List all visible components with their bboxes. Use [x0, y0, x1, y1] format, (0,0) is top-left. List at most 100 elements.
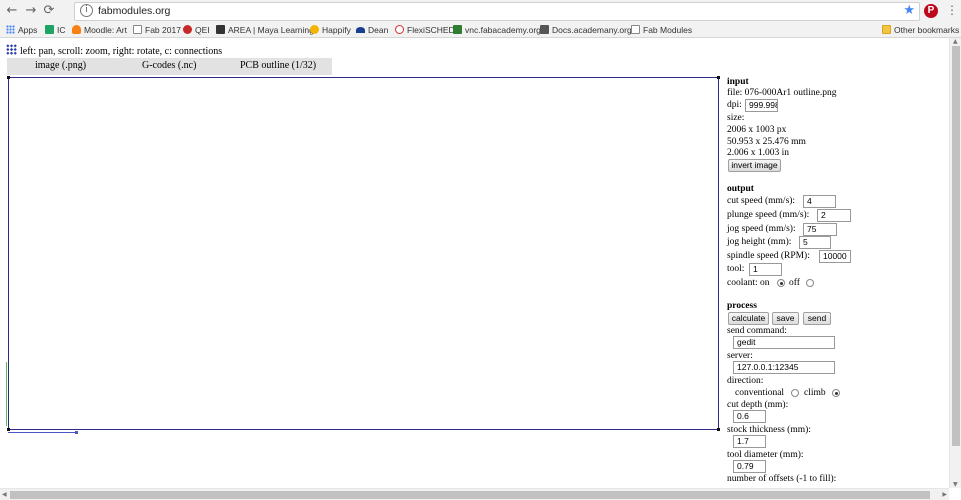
other-bookmarks[interactable]: Other bookmarks — [882, 24, 959, 36]
bookmarks-bar: Apps IC Moodle: Art Fab 2017 QEI AREA | … — [0, 22, 961, 38]
climb-label: climb — [804, 388, 826, 398]
offsets-label: number of offsets (-1 to fill): — [727, 474, 837, 484]
classroom-icon — [45, 25, 54, 34]
size-px: 2006 x 1003 px — [727, 125, 787, 135]
bookmark-apps[interactable]: Apps — [6, 24, 37, 36]
jog-speed-input[interactable]: 75 — [803, 223, 837, 236]
address-bar[interactable]: i fabmodules.org ★ — [74, 2, 920, 21]
tab-image-png[interactable]: image (.png) — [35, 60, 86, 71]
vertical-scroll-thumb[interactable] — [952, 46, 960, 446]
vertical-scrollbar[interactable]: ▲ ▼ — [949, 38, 961, 488]
toolpath-canvas[interactable] — [7, 76, 720, 431]
bookmark-qei[interactable]: QEI — [183, 24, 210, 36]
tool-diameter-input[interactable]: 0.79 — [733, 460, 766, 473]
dpi-input[interactable]: 999.998 — [745, 99, 778, 112]
browser-menu-icon[interactable]: ⋮ — [946, 3, 958, 17]
qei-icon — [183, 25, 192, 34]
origin-marker — [75, 431, 78, 434]
forward-arrow-icon[interactable]: → — [22, 2, 40, 20]
file-label: file: 076-000Ar1 outline.png — [727, 88, 837, 98]
size-mm: 50.953 x 25.476 mm — [727, 137, 806, 147]
plunge-speed-input[interactable]: 2 — [817, 209, 851, 222]
url-text[interactable]: fabmodules.org — [98, 5, 170, 17]
horizontal-scrollbar[interactable]: ◀ ▶ — [0, 488, 949, 500]
conventional-radio[interactable] — [791, 389, 799, 397]
dpi-label: dpi: — [727, 100, 742, 110]
y-axis-indicator — [6, 362, 7, 426]
back-arrow-icon[interactable]: ← — [3, 2, 21, 20]
bookmark-docs-academany[interactable]: Docs.academany.org — [540, 24, 632, 36]
bookmark-area-maya-learning[interactable]: AREA | Maya Learning — [216, 24, 314, 36]
jog-height-input[interactable]: 5 — [799, 236, 831, 249]
tool-input[interactable]: 1 — [749, 263, 782, 276]
pinterest-extension-icon[interactable]: P — [924, 4, 938, 18]
coolant-off-label: off — [789, 278, 800, 288]
scroll-right-arrow-icon[interactable]: ▶ — [942, 491, 947, 498]
output-heading: output — [727, 184, 754, 194]
direction-label: direction: — [727, 376, 764, 386]
docs-icon — [540, 25, 549, 34]
bookmark-star-icon[interactable]: ★ — [903, 3, 915, 18]
scroll-up-arrow-icon[interactable]: ▲ — [953, 38, 958, 45]
fab-modules-grid-icon[interactable] — [6, 44, 17, 55]
vnc-icon — [453, 25, 462, 34]
bookmark-moodle-art[interactable]: Moodle: Art — [72, 24, 127, 36]
cut-speed-input[interactable]: 4 — [803, 195, 836, 208]
horizontal-scroll-thumb[interactable] — [10, 491, 930, 499]
controls-hint: left: pan, scroll: zoom, right: rotate, … — [6, 44, 222, 57]
dean-icon — [356, 27, 365, 33]
spindle-speed-input[interactable]: 10000 — [819, 250, 851, 263]
x-axis-indicator — [8, 432, 76, 433]
bookmark-happify[interactable]: Happify — [310, 24, 351, 36]
invert-image-button[interactable]: invert image — [728, 159, 781, 172]
tab-pcb-outline[interactable]: PCB outline (1/32) — [240, 60, 316, 71]
bookmark-fab-modules[interactable]: Fab Modules — [631, 24, 692, 36]
board-corner-marker — [7, 76, 10, 79]
board-corner-marker — [717, 428, 720, 431]
bookmark-dean[interactable]: Dean — [356, 24, 388, 36]
scroll-down-arrow-icon[interactable]: ▼ — [953, 481, 958, 488]
tool-label: tool: — [727, 264, 745, 274]
bookmark-ic[interactable]: IC — [45, 24, 66, 36]
cut-speed-label: cut speed (mm/s): — [727, 196, 796, 206]
board-corner-marker — [717, 76, 720, 79]
doc-icon — [133, 25, 142, 34]
reload-icon[interactable]: ⟳ — [40, 2, 58, 20]
server-input[interactable]: 127.0.0.1:12345 — [733, 361, 835, 374]
process-heading: process — [727, 301, 757, 311]
happify-icon — [310, 25, 319, 34]
scroll-left-arrow-icon[interactable]: ◀ — [2, 491, 7, 498]
stock-thickness-input[interactable]: 1.7 — [733, 435, 766, 448]
climb-radio[interactable] — [832, 389, 840, 397]
size-label: size: — [727, 113, 745, 123]
jog-height-label: jog height (mm): — [727, 237, 792, 247]
cut-depth-input[interactable]: 0.6 — [733, 410, 766, 423]
browser-toolbar: ← → ⟳ i fabmodules.org ★ P ⋮ — [0, 0, 961, 22]
area-icon — [216, 25, 225, 34]
bookmark-fab-2017[interactable]: Fab 2017 — [133, 24, 181, 36]
site-info-icon[interactable]: i — [80, 4, 93, 17]
moodle-icon — [72, 25, 81, 34]
bookmark-flexisched[interactable]: FlexiSCHED — [395, 24, 455, 36]
board-corner-marker — [7, 428, 10, 431]
jog-speed-label: jog speed (mm/s): — [727, 224, 796, 234]
send-command-input[interactable]: gedit — [733, 336, 835, 349]
coolant-off-radio[interactable] — [806, 279, 814, 287]
doc-icon — [631, 25, 640, 34]
tab-gcodes-nc[interactable]: G-codes (.nc) — [142, 60, 196, 71]
folder-icon — [882, 25, 891, 34]
plunge-speed-label: plunge speed (mm/s): — [727, 210, 810, 220]
conventional-label: conventional — [735, 388, 785, 398]
size-in: 2.006 x 1.003 in — [727, 148, 790, 158]
module-tabs: image (.png) G-codes (.nc) PCB outline (… — [7, 58, 332, 75]
bookmark-vnc-fabacademy[interactable]: vnc.fabacademy.org — [453, 24, 541, 36]
send-button[interactable]: send — [803, 312, 831, 325]
spindle-speed-label: spindle speed (RPM): — [727, 251, 810, 261]
flexisched-icon — [395, 25, 404, 34]
apps-grid-icon — [6, 25, 15, 34]
coolant-label: coolant: on — [727, 278, 770, 288]
coolant-on-radio[interactable] — [777, 279, 785, 287]
input-heading: input — [727, 77, 749, 87]
save-button[interactable]: save — [772, 312, 799, 325]
calculate-button[interactable]: calculate — [728, 312, 769, 325]
